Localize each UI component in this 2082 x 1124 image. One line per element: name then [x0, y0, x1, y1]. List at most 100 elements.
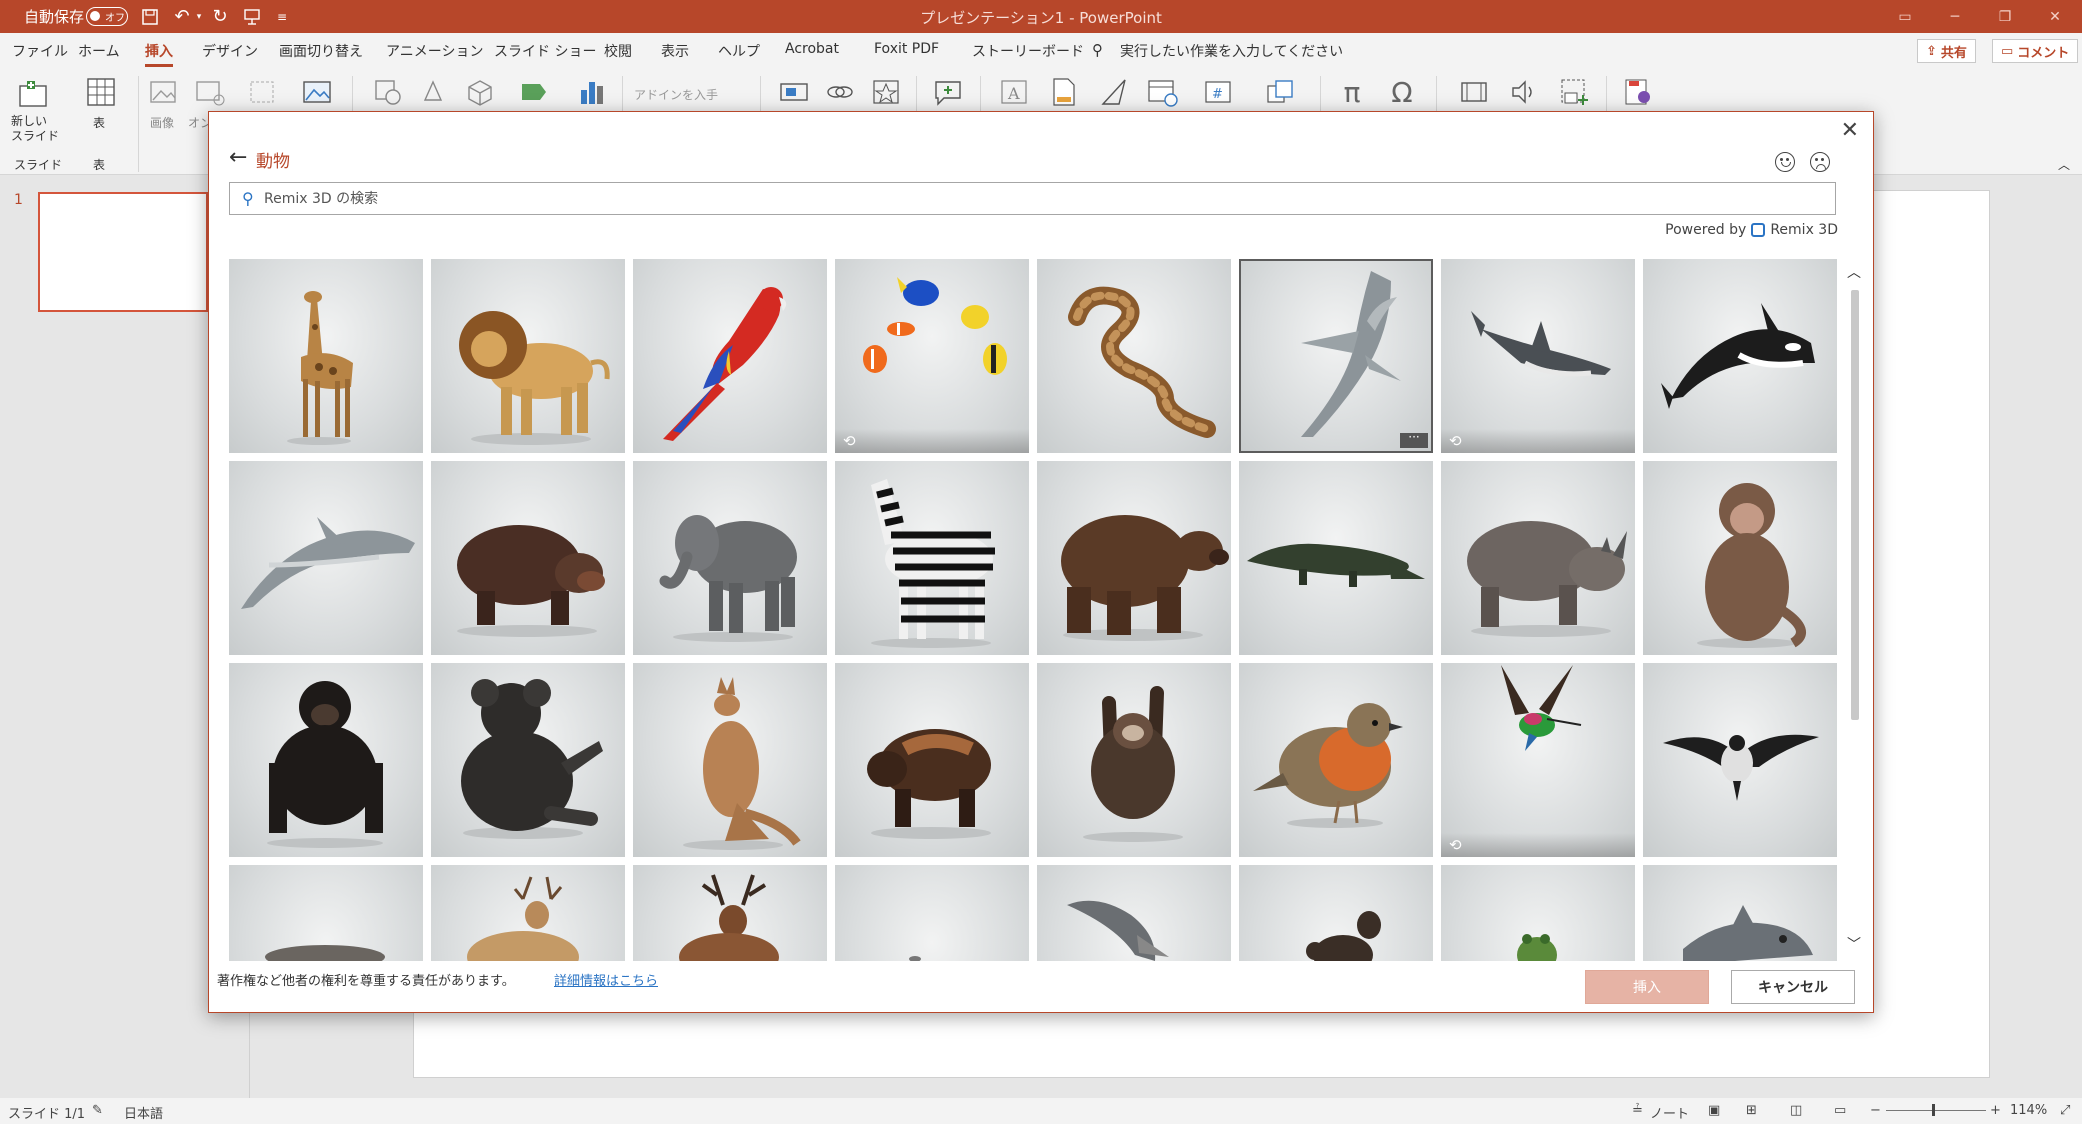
model-tile-otter[interactable]: [1239, 865, 1433, 961]
date-time-icon[interactable]: [1144, 76, 1180, 108]
slide-sorter-icon[interactable]: ⊞: [1746, 1103, 1757, 1118]
tab-foxit-pdf[interactable]: Foxit PDF: [874, 41, 939, 57]
back-arrow-icon[interactable]: ←: [229, 145, 247, 170]
search-box[interactable]: ⚲: [229, 182, 1836, 215]
collapse-ribbon-icon[interactable]: ︿: [2058, 156, 2070, 173]
tab-home[interactable]: ホーム: [78, 41, 120, 61]
model-tile-lion[interactable]: [431, 259, 625, 453]
zoom-slider-thumb[interactable]: [1932, 1104, 1935, 1116]
model-tile-chimpanzee[interactable]: [229, 663, 423, 857]
model-tile-kangaroo[interactable]: [633, 663, 827, 857]
frown-feedback-icon[interactable]: [1810, 152, 1830, 172]
tab-animations[interactable]: アニメーション: [386, 41, 483, 61]
slide-number-icon[interactable]: #: [1200, 76, 1236, 108]
model-tile-rhino[interactable]: [1441, 461, 1635, 655]
model-tile-koala[interactable]: [431, 663, 625, 857]
header-footer-icon[interactable]: [1046, 76, 1082, 108]
spell-check-icon[interactable]: ✎: [92, 1103, 103, 1118]
comment-insert-icon[interactable]: [930, 76, 966, 108]
tab-file[interactable]: ファイル: [12, 41, 68, 61]
textbox-icon[interactable]: A: [996, 76, 1032, 108]
tab-insert[interactable]: 挿入: [145, 41, 173, 67]
more-options-icon[interactable]: ···: [1400, 431, 1428, 448]
model-tile-orca[interactable]: [1643, 259, 1837, 453]
object-icon[interactable]: [1262, 76, 1298, 108]
tab-slideshow[interactable]: スライド ショー: [494, 41, 596, 61]
online-images-icon[interactable]: [192, 76, 228, 108]
grid-scrollbar[interactable]: ︿ ﹀: [1846, 262, 1864, 962]
model-tile-snake[interactable]: [1037, 259, 1231, 453]
comment-button[interactable]: ▭ コメント: [1992, 39, 2079, 63]
model-tile-monkey[interactable]: [1643, 461, 1837, 655]
model-tile-shark[interactable]: ···: [1239, 259, 1433, 453]
model-tile-wolverine[interactable]: [835, 663, 1029, 857]
symbol-icon[interactable]: Ω: [1384, 76, 1420, 109]
model-tile-deer[interactable]: [431, 865, 625, 961]
model-tile-tropical-fish[interactable]: ⟲: [835, 259, 1029, 453]
notes-icon[interactable]: ≟: [1632, 1103, 1643, 1118]
tab-storyboard[interactable]: ストーリーボード: [972, 41, 1084, 61]
language-indicator[interactable]: 日本語: [124, 1103, 163, 1122]
tab-review[interactable]: 校閲: [604, 41, 632, 61]
scroll-thumb[interactable]: [1851, 290, 1859, 720]
screen-recording-icon[interactable]: [1556, 76, 1592, 108]
maximize-icon[interactable]: ❐: [1980, 0, 2030, 33]
model-tile-shark-animated[interactable]: ⟲: [1441, 259, 1635, 453]
tab-transitions[interactable]: 画面切り替え: [279, 41, 363, 61]
tab-acrobat[interactable]: Acrobat: [785, 41, 839, 57]
model-tile-giraffe[interactable]: [229, 259, 423, 453]
zoom-out-icon[interactable]: −: [1870, 1103, 1881, 1118]
tab-design[interactable]: デザイン: [202, 41, 258, 61]
insert-button[interactable]: 挿入: [1585, 970, 1709, 1004]
close-window-icon[interactable]: ✕: [2030, 0, 2080, 33]
zoom-slider[interactable]: [1886, 1110, 1986, 1111]
scroll-up-icon[interactable]: ︿: [1847, 262, 1861, 282]
tab-help[interactable]: ヘルプ: [718, 41, 760, 61]
model-tile-fish-2[interactable]: [1643, 865, 1837, 961]
chart-icon[interactable]: [574, 76, 610, 108]
photo-album-icon[interactable]: [300, 76, 334, 108]
audio-icon[interactable]: [1506, 76, 1542, 108]
notes-button[interactable]: ノート: [1650, 1103, 1689, 1122]
model-tile-parrot[interactable]: [633, 259, 827, 453]
table-label[interactable]: 表: [93, 114, 105, 131]
model-tile-blank[interactable]: [835, 865, 1029, 961]
link-icon[interactable]: [822, 76, 858, 108]
share-button[interactable]: ⇪ 共有: [1917, 39, 1976, 63]
new-slide-icon[interactable]: [12, 76, 56, 114]
action-icon[interactable]: [868, 76, 904, 108]
table-icon[interactable]: [82, 74, 120, 110]
search-input[interactable]: [264, 188, 1764, 210]
model-tile-bird-flying[interactable]: [1643, 663, 1837, 857]
model-tile-dolphin[interactable]: [229, 461, 423, 655]
zoom-level[interactable]: 114%: [2010, 1103, 2047, 1118]
acrobat-embed-icon[interactable]: [1620, 76, 1656, 108]
get-addins-button[interactable]: アドインを入手: [634, 86, 718, 103]
reading-view-icon[interactable]: ◫: [1790, 1103, 1802, 1118]
fit-slide-icon[interactable]: ⤢: [2060, 1103, 2070, 1118]
images-icon[interactable]: [146, 76, 182, 108]
ribbon-display-icon[interactable]: ▭: [1880, 0, 1930, 33]
tab-view[interactable]: 表示: [661, 41, 689, 61]
model-tile-hippo[interactable]: [431, 461, 625, 655]
normal-view-icon[interactable]: ▣: [1708, 1103, 1720, 1118]
wordart-icon[interactable]: [1096, 76, 1132, 108]
learn-more-link[interactable]: 詳細情報はこちら: [554, 970, 658, 989]
model-tile-sloth[interactable]: [1037, 663, 1231, 857]
icons-icon[interactable]: [416, 76, 452, 108]
minimize-icon[interactable]: ─: [1930, 0, 1980, 33]
video-icon[interactable]: [1456, 76, 1492, 108]
model-tile-elephant[interactable]: [633, 461, 827, 655]
model-tile-crocodile[interactable]: [1239, 461, 1433, 655]
shapes-icon[interactable]: [370, 76, 406, 108]
zoom-in-icon[interactable]: +: [1990, 1103, 2001, 1118]
smartart-icon[interactable]: [516, 76, 552, 108]
zoom-icon[interactable]: [776, 76, 812, 108]
scroll-down-icon[interactable]: ﹀: [1847, 934, 1861, 954]
tell-me-box[interactable]: 実行したい作業を入力してください: [1120, 41, 1343, 61]
close-icon[interactable]: ✕: [1841, 118, 1859, 143]
model-tile-bear[interactable]: [1037, 461, 1231, 655]
model-tile-robin[interactable]: [1239, 663, 1433, 857]
equation-icon[interactable]: π: [1334, 76, 1370, 109]
model-tile-zebra[interactable]: [835, 461, 1029, 655]
